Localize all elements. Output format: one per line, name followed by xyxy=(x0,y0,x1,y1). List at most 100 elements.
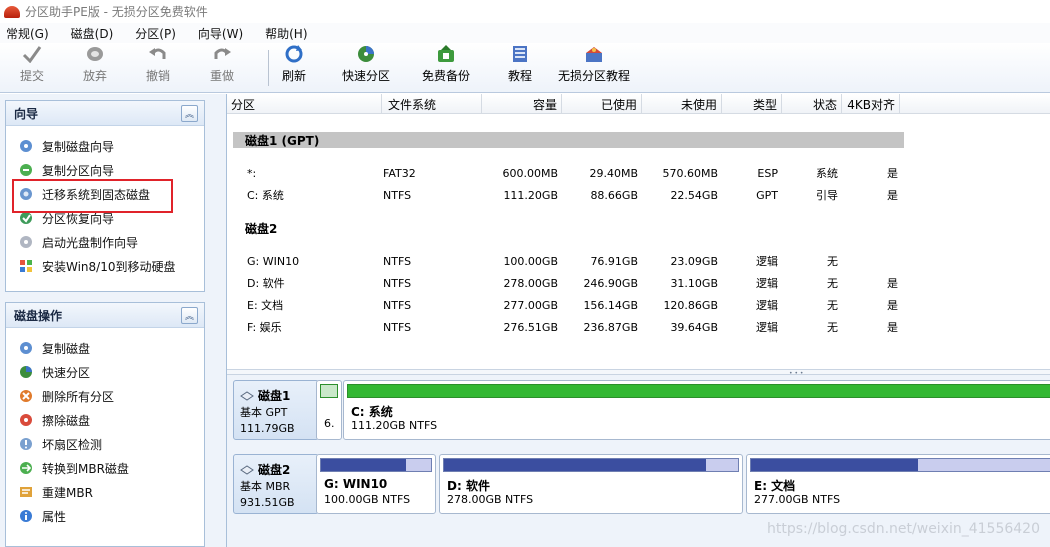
submit-button[interactable]: 提交 xyxy=(0,44,64,92)
wizard-boot-disc[interactable]: 启动光盘制作向导 xyxy=(6,230,204,254)
col-capacity[interactable]: 容量 xyxy=(482,94,562,114)
wizard-partition-recovery[interactable]: 分区恢复向导 xyxy=(6,206,204,230)
table-row[interactable]: E: 文档 NTFS 277.00GB 156.14GB 120.86GB 逻辑… xyxy=(227,294,1050,316)
col-used[interactable]: 已使用 xyxy=(562,94,642,114)
menu-wizard[interactable]: 向导(W) xyxy=(192,25,249,42)
op-bad-sector-check[interactable]: 坏扇区检测 xyxy=(6,432,204,456)
partition-block-e[interactable]: E: 文档 277.00GB NTFS xyxy=(746,454,1050,514)
cell-filesystem: NTFS xyxy=(383,188,412,202)
refresh-label: 刷新 xyxy=(281,69,306,83)
quick-partition-button[interactable]: 快速分区 xyxy=(329,44,403,92)
cell-partition: C: 系统 xyxy=(247,189,284,202)
rebuild-mbr-icon xyxy=(18,484,34,500)
op-convert-to-mbr[interactable]: 转换到MBR磁盘 xyxy=(6,456,204,480)
table-row[interactable]: G: WIN10 NTFS 100.00GB 76.91GB 23.09GB 逻… xyxy=(227,250,1050,272)
wizard-copy-disk[interactable]: 复制磁盘向导 xyxy=(6,134,204,158)
col-partition[interactable]: 分区 xyxy=(227,94,382,114)
cell-used: 88.66GB xyxy=(590,188,638,202)
disk-op-label: 坏扇区检测 xyxy=(42,437,103,452)
title-bar: 分区助手PE版 - 无损分区免费软件 xyxy=(0,0,1050,23)
esp-usage-bar xyxy=(320,384,338,398)
free-backup-label: 免费备份 xyxy=(421,69,470,83)
disk2-card[interactable]: 磁盘2 基本 MBR 931.51GB xyxy=(233,454,319,514)
disk2-header[interactable]: 磁盘2 xyxy=(233,220,904,236)
disk1-header[interactable]: 磁盘1 (GPT) xyxy=(233,132,904,148)
wizard-install-win-to-usb[interactable]: 安装Win8/10到移动硬盘 xyxy=(6,254,204,278)
disk2-type: 基本 MBR xyxy=(240,480,291,493)
disk-icon xyxy=(240,464,254,475)
cell-capacity: 277.00GB xyxy=(503,298,558,312)
partition-block-g[interactable]: G: WIN10 100.00GB NTFS xyxy=(316,454,436,514)
cell-partition: F: 娱乐 xyxy=(247,321,282,334)
disk-op-label: 快速分区 xyxy=(42,365,91,380)
tutorial-button[interactable]: 教程 xyxy=(499,44,541,92)
e-usage-bar xyxy=(750,458,1050,472)
table-row[interactable]: C: 系统 NTFS 111.20GB 88.66GB 22.54GB GPT … xyxy=(227,184,1050,206)
op-wipe-disk[interactable]: 擦除磁盘 xyxy=(6,408,204,432)
menu-disk[interactable]: 磁盘(D) xyxy=(65,25,120,42)
free-backup-button[interactable]: 免费备份 xyxy=(409,44,483,92)
cell-type: GPT xyxy=(756,188,778,202)
redo-button[interactable]: 重做 xyxy=(190,44,254,92)
info-icon xyxy=(18,508,34,524)
cell-partition: G: WIN10 xyxy=(247,254,300,268)
disk-icon xyxy=(240,390,254,401)
disk-op-label: 删除所有分区 xyxy=(42,389,115,404)
op-rebuild-mbr[interactable]: 重建MBR xyxy=(6,480,204,504)
discard-label: 放弃 xyxy=(82,69,107,83)
wizard-item-label: 迁移系统到固态磁盘 xyxy=(42,187,151,202)
disk1-card[interactable]: 磁盘1 基本 GPT 111.79GB xyxy=(233,380,319,440)
cell-unused: 570.60MB xyxy=(662,166,718,180)
cell-status: 系统 xyxy=(816,167,838,180)
cell-status: 无 xyxy=(827,299,838,312)
c-partition-info: 111.20GB NTFS xyxy=(351,419,438,432)
wizard-migrate-os-to-ssd[interactable]: 迁移系统到固态磁盘 xyxy=(6,182,204,206)
collapse-wizard-button[interactable]: ︽ xyxy=(181,104,198,122)
cell-type: 逻辑 xyxy=(756,299,778,312)
disk-op-label: 重建MBR xyxy=(42,485,93,500)
refresh-button[interactable]: 刷新 xyxy=(273,44,315,92)
table-row[interactable]: F: 娱乐 NTFS 276.51GB 236.87GB 39.64GB 逻辑 … xyxy=(227,316,1050,338)
cell-4k-align: 是 xyxy=(887,277,898,290)
op-delete-all-partitions[interactable]: 删除所有分区 xyxy=(6,384,204,408)
col-type[interactable]: 类型 xyxy=(722,94,782,114)
e-usage-fill xyxy=(751,459,919,471)
menu-partition[interactable]: 分区(P) xyxy=(129,25,182,42)
op-quick-partition[interactable]: 快速分区 xyxy=(6,360,204,384)
table-row[interactable]: *: FAT32 600.00MB 29.40MB 570.60MB ESP 系… xyxy=(227,162,1050,184)
col-status[interactable]: 状态 xyxy=(782,94,842,114)
cell-status: 引导 xyxy=(816,189,838,202)
table-row[interactable]: D: 软件 NTFS 278.00GB 246.90GB 31.10GB 逻辑 … xyxy=(227,272,1050,294)
copy-disk-icon xyxy=(18,340,34,356)
watermark: https://blog.csdn.net/weixin_41556420 xyxy=(766,521,1040,537)
partition-block-c[interactable]: C: 系统 111.20GB NTFS xyxy=(343,380,1050,440)
undo-icon xyxy=(147,44,169,64)
cell-used: 76.91GB xyxy=(590,254,638,268)
quick-partition-label: 快速分区 xyxy=(341,69,390,83)
partition-block-d[interactable]: D: 软件 278.00GB NTFS xyxy=(439,454,743,514)
wizard-copy-partition[interactable]: 复制分区向导 xyxy=(6,158,204,182)
menu-help[interactable]: 帮助(H) xyxy=(259,25,313,42)
menu-general[interactable]: 常规(G) xyxy=(0,25,55,42)
op-copy-disk[interactable]: 复制磁盘 xyxy=(6,336,204,360)
col-filesystem[interactable]: 文件系统 xyxy=(382,94,482,114)
disk-op-label: 转换到MBR磁盘 xyxy=(42,461,129,476)
col-unused[interactable]: 未使用 xyxy=(642,94,722,114)
lossless-tutorial-button[interactable]: 无损分区教程 xyxy=(551,44,637,92)
toolbar-separator xyxy=(268,50,269,86)
op-properties[interactable]: 属性 xyxy=(6,504,204,528)
menu-bar: 常规(G) 磁盘(D) 分区(P) 向导(W) 帮助(H) xyxy=(0,23,1050,43)
d-usage-bar xyxy=(443,458,739,472)
discard-button[interactable]: 放弃 xyxy=(64,44,126,92)
checkmark-icon xyxy=(21,44,43,64)
disk-op-label: 属性 xyxy=(42,509,67,524)
collapse-disk-ops-button[interactable]: ︽ xyxy=(181,306,198,324)
convert-mbr-icon xyxy=(18,460,34,476)
undo-button[interactable]: 撤销 xyxy=(126,44,190,92)
wizard-item-label: 复制分区向导 xyxy=(42,163,115,178)
cell-used: 236.87GB xyxy=(583,320,638,334)
partition-block-esp[interactable]: 6. xyxy=(316,380,342,440)
disk-ops-panel: 磁盘操作 ︽ 复制磁盘 快速分区 删除所有分区 擦除磁盘 坏扇区检测 转换到MB… xyxy=(5,302,205,547)
partition-recovery-icon xyxy=(18,210,34,226)
col-4k-align[interactable]: 4KB对齐 xyxy=(842,94,900,114)
